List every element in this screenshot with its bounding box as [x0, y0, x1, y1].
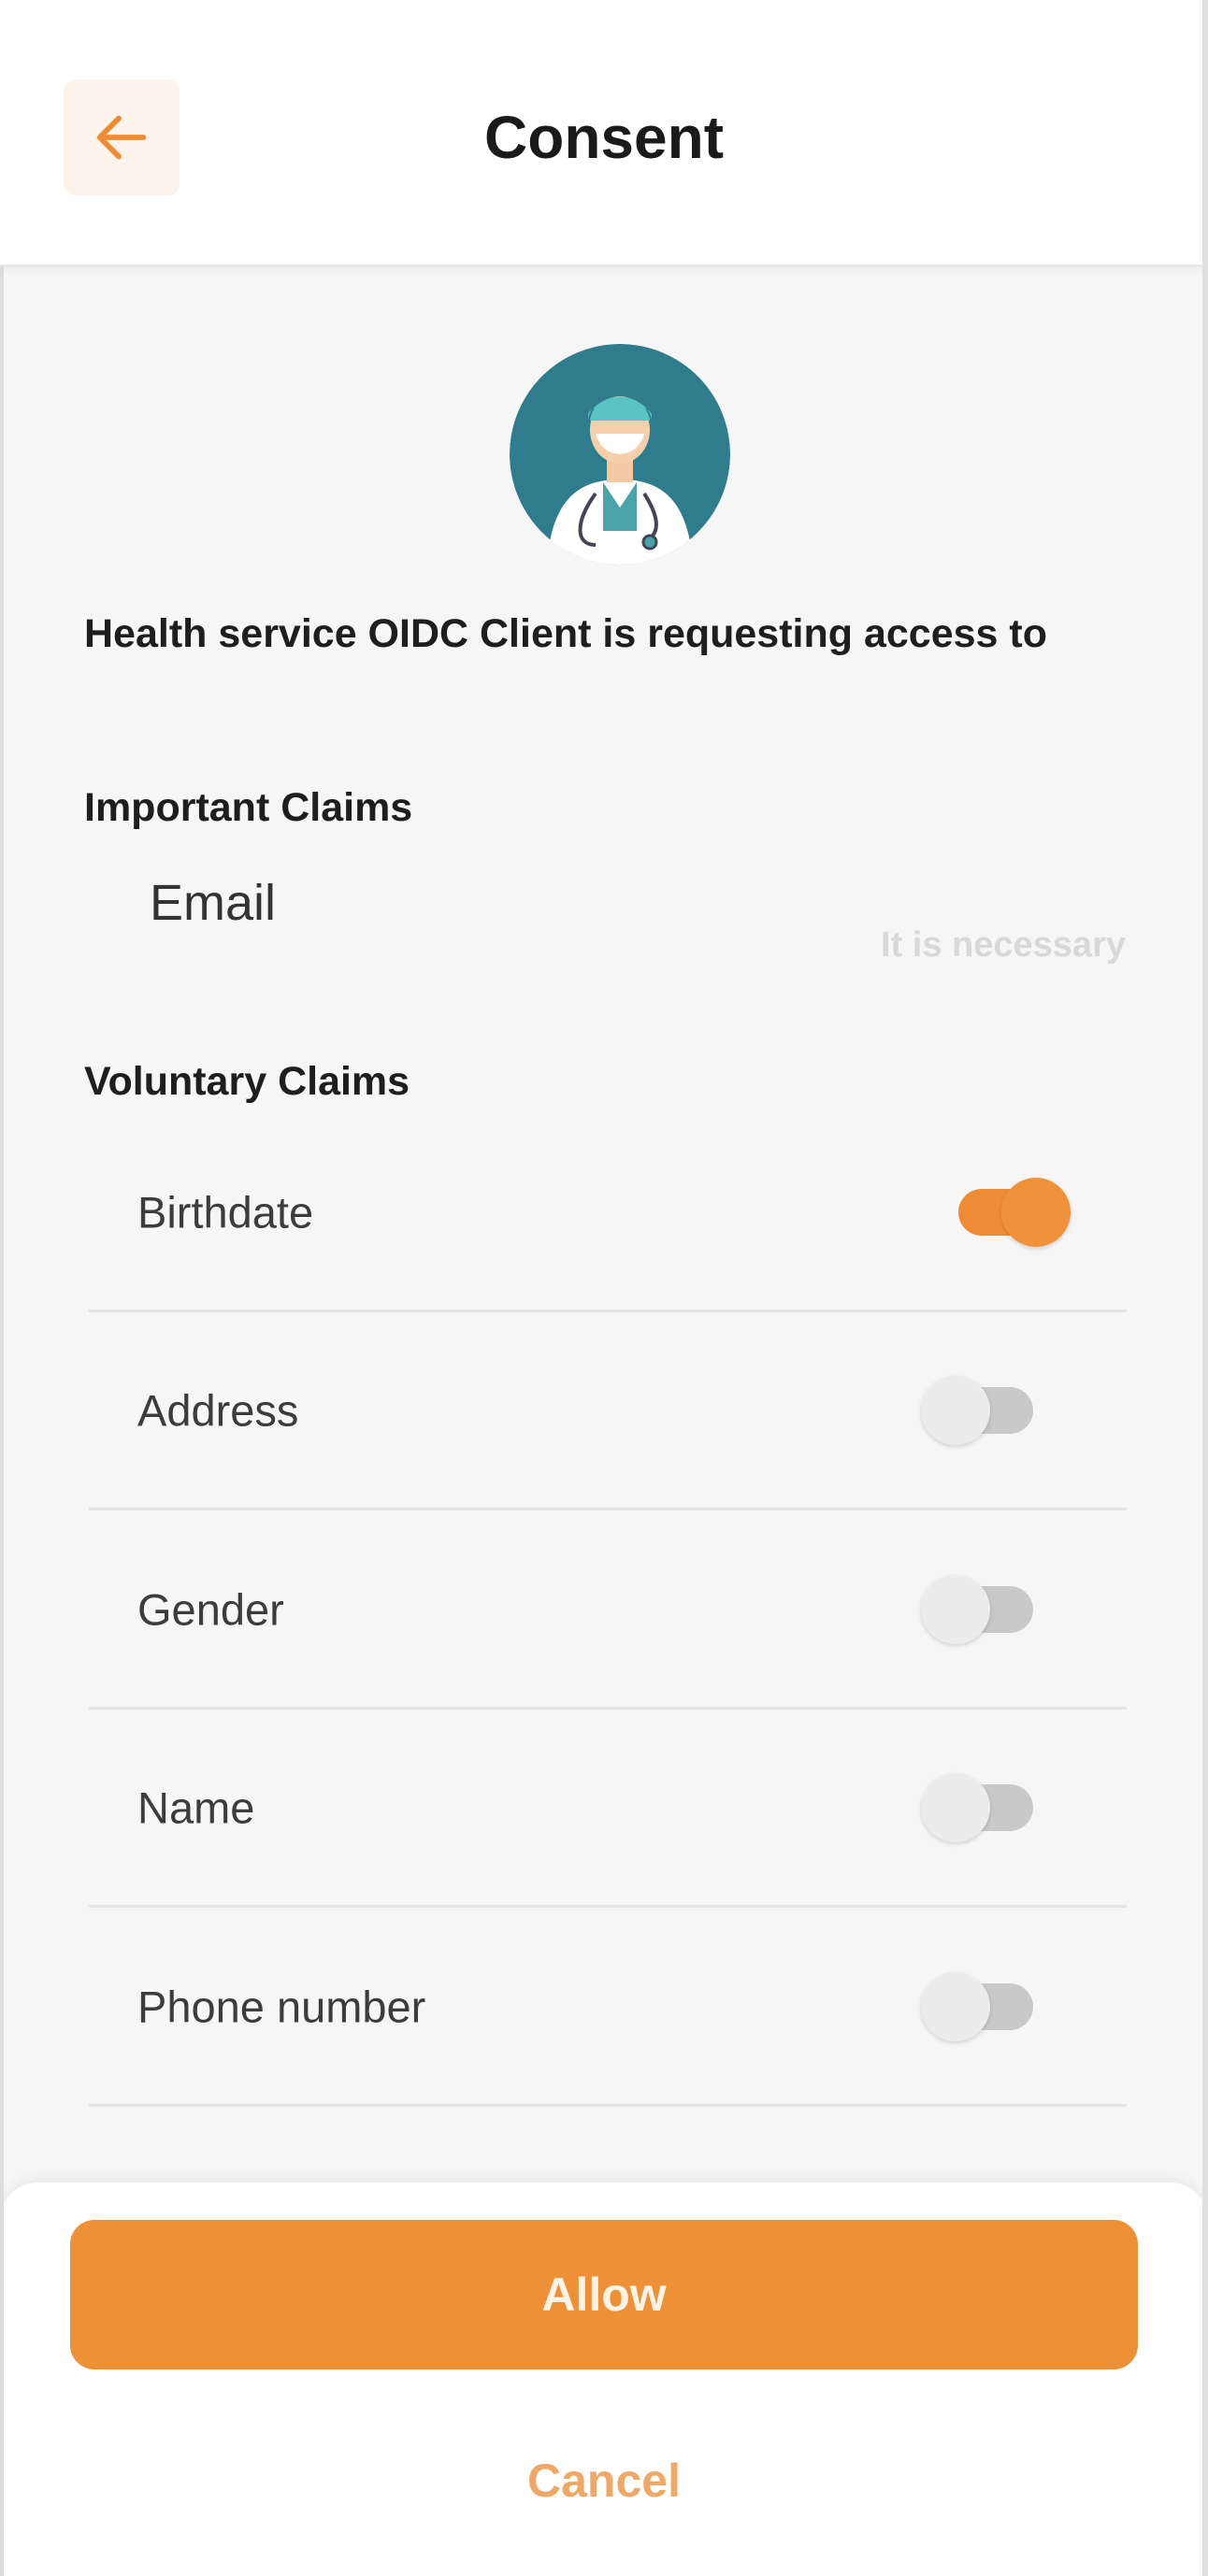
doctor-avatar-icon: [510, 344, 730, 565]
phone-number-toggle[interactable]: [921, 1971, 1033, 2041]
request-description: Health service OIDC Client is requesting…: [84, 611, 1047, 656]
right-edge-divider: [1202, 0, 1208, 2576]
birthdate-toggle[interactable]: [958, 1177, 1071, 1247]
claim-label: Phone number: [137, 1982, 426, 2031]
toggle-knob: [921, 1375, 990, 1445]
necessary-note: It is necessary: [881, 925, 1126, 965]
allow-button[interactable]: Allow: [70, 2220, 1138, 2369]
claim-row-phone-number: Phone number: [89, 1909, 1127, 2107]
consent-screen: Consent Health service OIDC Client is re…: [0, 0, 1208, 2576]
header-bar: Consent: [0, 0, 1208, 266]
claim-row-gender: Gender: [89, 1511, 1127, 1710]
claim-label: Gender: [137, 1584, 284, 1634]
gender-toggle[interactable]: [921, 1574, 1033, 1644]
toggle-knob: [921, 1574, 990, 1644]
important-claims-title: Important Claims: [84, 785, 413, 830]
claim-label: Birthdate: [137, 1187, 314, 1237]
toggle-knob: [1001, 1177, 1071, 1247]
action-sheet: Allow Cancel: [0, 2182, 1208, 2576]
claim-row-address: Address: [89, 1312, 1127, 1510]
name-toggle[interactable]: [921, 1772, 1033, 1842]
page-title: Consent: [484, 104, 724, 171]
cancel-button[interactable]: Cancel: [0, 2454, 1208, 2508]
claim-row-birthdate: Birthdate: [89, 1114, 1127, 1312]
claim-row-name: Name: [89, 1710, 1127, 1908]
claim-label: Name: [137, 1782, 255, 1832]
toggle-knob: [921, 1971, 990, 2041]
toggle-knob: [921, 1772, 990, 1842]
address-toggle[interactable]: [921, 1375, 1033, 1445]
left-edge-divider: [0, 266, 4, 2576]
voluntary-claims-title: Voluntary Claims: [84, 1059, 410, 1104]
claim-label: Address: [137, 1385, 299, 1435]
claim-email-label: Email: [150, 875, 277, 931]
